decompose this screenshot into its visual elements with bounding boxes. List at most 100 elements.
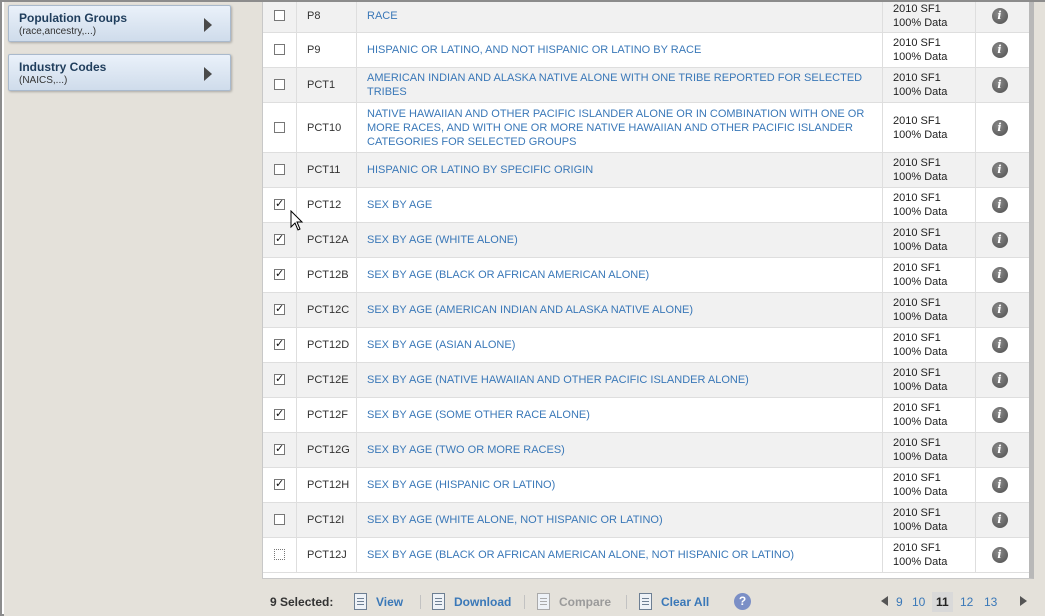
table-title-link[interactable]: SEX BY AGE (TWO OR MORE RACES): [367, 443, 868, 457]
table-title-link[interactable]: SEX BY AGE (BLACK OR AFRICAN AMERICAN AL…: [367, 268, 868, 282]
row-checkbox[interactable]: [274, 44, 285, 55]
table-id-cell: PCT11: [297, 153, 357, 187]
page-link[interactable]: 12: [960, 595, 973, 609]
industry-codes-panel[interactable]: Industry Codes (NAICS,...): [8, 54, 231, 91]
row-checkbox[interactable]: [274, 164, 285, 175]
table-row: ✓ PCT12E SEX BY AGE (NATIVE HAWAIIAN AND O…: [263, 363, 1029, 398]
dataset-label: 2010 SF1 100% Data: [893, 401, 947, 429]
table-id: PCT10: [307, 121, 342, 134]
dataset-label: 2010 SF1 100% Data: [893, 366, 947, 394]
dataset-name: 2010 SF1: [893, 262, 941, 274]
expand-arrow-icon[interactable]: [204, 18, 212, 32]
info-icon[interactable]: i: [991, 232, 1008, 248]
dataset-cell: 2010 SF1 100% Data: [883, 33, 976, 67]
table-title-link[interactable]: SEX BY AGE (HISPANIC OR LATINO): [367, 478, 868, 492]
panel-title: Industry Codes: [19, 60, 107, 74]
table-title-link[interactable]: SEX BY AGE (WHITE ALONE): [367, 233, 868, 247]
page-link[interactable]: 13: [984, 595, 997, 609]
row-checkbox[interactable]: ✓: [274, 479, 285, 490]
dataset-cell: 2010 SF1 100% Data: [883, 2, 976, 32]
table-title-cell: SEX BY AGE (BLACK OR AFRICAN AMERICAN AL…: [357, 538, 883, 572]
info-icon[interactable]: i: [991, 42, 1008, 58]
table-title-cell: SEX BY AGE (WHITE ALONE, NOT HISPANIC OR…: [357, 503, 883, 537]
info-icon[interactable]: i: [991, 547, 1008, 563]
current-page[interactable]: 11: [932, 592, 953, 612]
mouse-cursor-icon: [290, 210, 304, 231]
row-checkbox[interactable]: [274, 79, 285, 90]
selection-toolbar: 9 Selected: View Download Compare Clear …: [262, 587, 1034, 616]
row-checkbox[interactable]: ✓: [274, 444, 285, 455]
table-title-link[interactable]: SEX BY AGE (SOME OTHER RACE ALONE): [367, 408, 868, 422]
table-title-link[interactable]: SEX BY AGE (AMERICAN INDIAN AND ALASKA N…: [367, 303, 868, 317]
table-id: PCT12H: [307, 479, 350, 491]
table-title-cell: SEX BY AGE (NATIVE HAWAIIAN AND OTHER PA…: [357, 363, 883, 397]
row-checkbox[interactable]: [274, 549, 285, 560]
table-title-cell: HISPANIC OR LATINO BY SPECIFIC ORIGIN: [357, 153, 883, 187]
table-title-link[interactable]: RACE: [367, 9, 868, 23]
table-title-link[interactable]: SEX BY AGE (ASIAN ALONE): [367, 338, 868, 352]
info-icon[interactable]: i: [991, 8, 1008, 24]
info-icon[interactable]: i: [991, 77, 1008, 93]
download-label: Download: [454, 595, 512, 609]
table-row: ✓ PCT12A SEX BY AGE (WHITE ALONE) 2010 SF1 1…: [263, 223, 1029, 258]
table-title-link[interactable]: HISPANIC OR LATINO, AND NOT HISPANIC OR …: [367, 43, 868, 57]
row-checkbox[interactable]: ✓: [274, 409, 285, 420]
row-checkbox[interactable]: ✓: [274, 234, 285, 245]
info-icon[interactable]: i: [991, 512, 1008, 528]
info-icon[interactable]: i: [991, 372, 1008, 388]
next-page-icon[interactable]: [1020, 596, 1027, 606]
dataset-cell: 2010 SF1 100% Data: [883, 328, 976, 362]
info-icon[interactable]: i: [991, 477, 1008, 493]
info-icon[interactable]: i: [991, 267, 1008, 283]
info-icon[interactable]: i: [991, 442, 1008, 458]
info-cell: i: [976, 293, 1029, 327]
dataset-type: 100% Data: [893, 556, 948, 568]
dataset-label: 2010 SF1 100% Data: [893, 471, 947, 499]
dataset-type: 100% Data: [893, 17, 948, 29]
toolbar-divider: [626, 595, 627, 609]
table-id-cell: PCT12B: [297, 258, 357, 292]
dataset-name: 2010 SF1: [893, 192, 941, 204]
table-title-link[interactable]: SEX BY AGE: [367, 198, 868, 212]
info-icon[interactable]: i: [991, 302, 1008, 318]
row-checkbox[interactable]: ✓: [274, 304, 285, 315]
row-checkbox[interactable]: ✓: [274, 199, 285, 210]
compare-label: Compare: [559, 595, 612, 609]
dataset-name: 2010 SF1: [893, 542, 941, 554]
table-title-link[interactable]: SEX BY AGE (BLACK OR AFRICAN AMERICAN AL…: [367, 548, 868, 562]
table-title-link[interactable]: AMERICAN INDIAN AND ALASKA NATIVE ALONE …: [367, 71, 868, 99]
expand-arrow-icon[interactable]: [204, 67, 212, 81]
table-title-link[interactable]: NATIVE HAWAIIAN AND OTHER PACIFIC ISLAND…: [367, 107, 868, 149]
table-id: PCT12: [307, 199, 342, 211]
row-checkbox[interactable]: ✓: [274, 269, 285, 280]
dataset-label: 2010 SF1 100% Data: [893, 331, 947, 359]
info-icon[interactable]: i: [991, 337, 1008, 353]
table-row: PCT11 HISPANIC OR LATINO BY SPECIFIC ORIG…: [263, 153, 1029, 188]
dataset-label: 2010 SF1 100% Data: [893, 36, 947, 64]
help-icon[interactable]: ?: [734, 593, 751, 610]
table-title-cell: NATIVE HAWAIIAN AND OTHER PACIFIC ISLAND…: [357, 103, 883, 152]
dataset-name: 2010 SF1: [893, 3, 941, 15]
info-icon[interactable]: i: [991, 119, 1008, 136]
page-link[interactable]: 9: [896, 595, 903, 609]
table-title-link[interactable]: SEX BY AGE (NATIVE HAWAIIAN AND OTHER PA…: [367, 373, 868, 387]
page-link[interactable]: 10: [912, 595, 925, 609]
table-id-cell: PCT12J: [297, 538, 357, 572]
table-title-link[interactable]: HISPANIC OR LATINO BY SPECIFIC ORIGIN: [367, 163, 868, 177]
row-checkbox[interactable]: [274, 514, 285, 525]
dataset-type: 100% Data: [893, 241, 948, 253]
info-icon[interactable]: i: [991, 407, 1008, 423]
population-groups-panel[interactable]: Population Groups (race,ancestry,...): [8, 5, 231, 42]
row-checkbox[interactable]: [274, 10, 285, 21]
dataset-label: 2010 SF1 100% Data: [893, 226, 947, 254]
info-cell: i: [976, 538, 1029, 572]
dataset-label: 2010 SF1 100% Data: [893, 436, 947, 464]
previous-page-icon[interactable]: [881, 596, 888, 606]
row-checkbox[interactable]: [274, 121, 285, 133]
dataset-type: 100% Data: [893, 128, 948, 141]
info-icon[interactable]: i: [991, 197, 1008, 213]
row-checkbox[interactable]: ✓: [274, 374, 285, 385]
row-checkbox[interactable]: ✓: [274, 339, 285, 350]
info-icon[interactable]: i: [991, 162, 1008, 178]
table-title-link[interactable]: SEX BY AGE (WHITE ALONE, NOT HISPANIC OR…: [367, 513, 868, 527]
